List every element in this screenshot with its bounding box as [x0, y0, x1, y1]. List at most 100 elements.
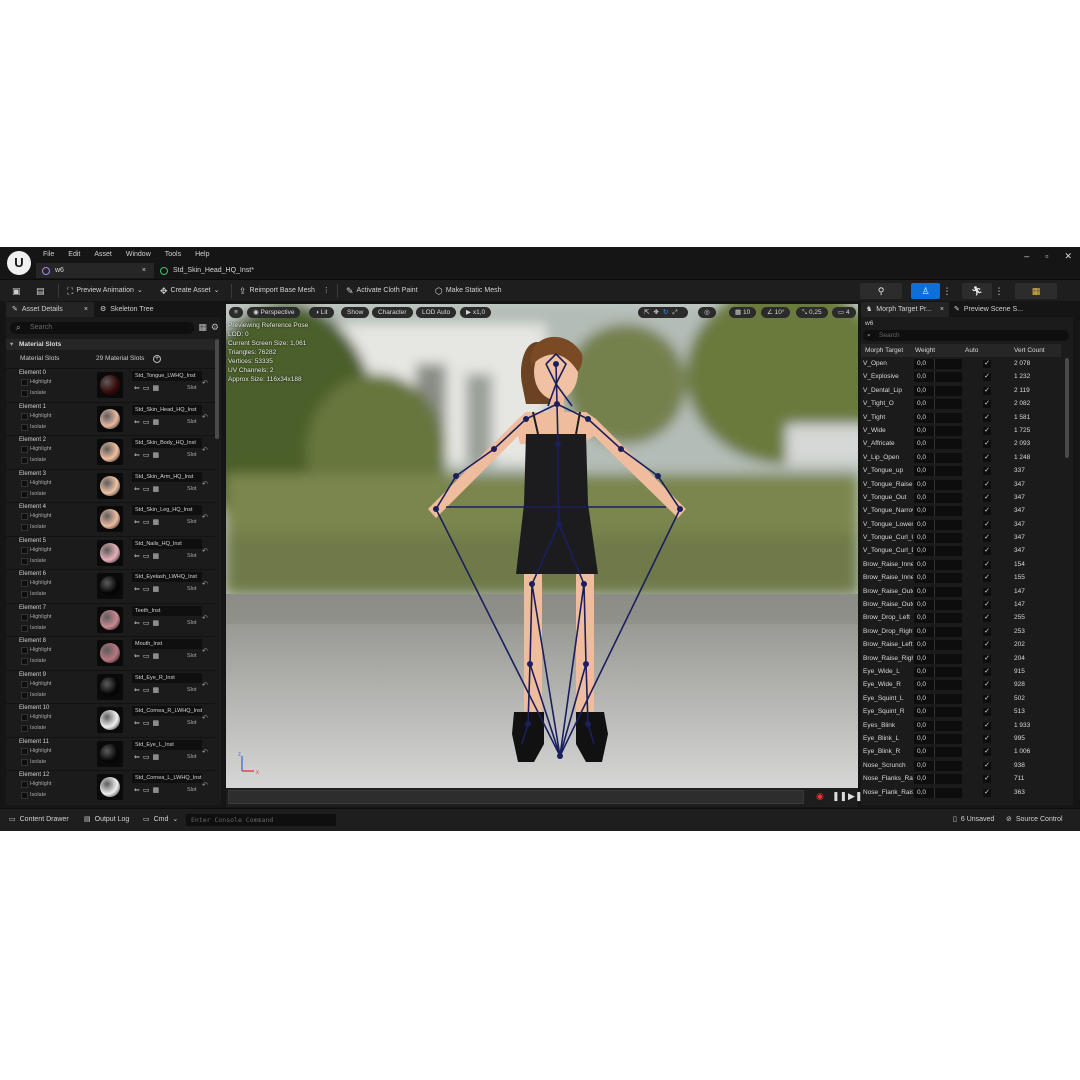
reset-arrow-icon[interactable]: ↶	[202, 413, 208, 421]
transform-tools[interactable]: ⇱✥↻⤢	[638, 307, 688, 318]
table-view-icon[interactable]: ▦	[198, 322, 207, 333]
morph-target-row[interactable]: Brow_Raise_Outer_L 0,0 ✓ 147	[861, 585, 1061, 598]
menu-edit[interactable]: Edit	[61, 249, 87, 261]
more-options-icon[interactable]: ⋮	[994, 283, 1004, 299]
reset-arrow-icon[interactable]: ↶	[202, 480, 208, 488]
blueprint-mode-button[interactable]: ▦	[1015, 283, 1057, 299]
weight-input[interactable]: 0,0	[914, 680, 962, 691]
auto-checkbox[interactable]: ✓	[983, 493, 991, 502]
auto-checkbox[interactable]: ✓	[983, 627, 991, 636]
material-thumbnail[interactable]	[97, 774, 123, 800]
morph-target-row[interactable]: Eye_Squint_R 0,0 ✓ 513	[861, 705, 1061, 718]
isolate-checkbox[interactable]	[21, 792, 28, 799]
highlight-checkbox[interactable]	[21, 647, 28, 654]
highlight-checkbox[interactable]	[21, 379, 28, 386]
isolate-checkbox[interactable]	[21, 557, 28, 565]
morph-target-row[interactable]: Nose_Flanks_Raise 0,0 ✓ 711	[861, 772, 1061, 785]
character-button[interactable]: Character	[372, 307, 413, 318]
checker-icon[interactable]: ▦	[153, 419, 163, 426]
auto-checkbox[interactable]: ✓	[983, 587, 991, 596]
maximize-icon[interactable]: ▫	[1045, 251, 1048, 262]
morph-target-row[interactable]: V_Lip_Open 0,0 ✓ 1 248	[861, 451, 1061, 464]
browse-folder-icon[interactable]: ▭	[143, 653, 153, 660]
morph-target-row[interactable]: Eyes_Blink 0,0 ✓ 1 933	[861, 719, 1061, 732]
material-asset-picker[interactable]: Std_Tongue_LWHQ_Inst	[132, 371, 202, 381]
auto-checkbox[interactable]: ✓	[983, 560, 991, 569]
weight-input[interactable]: 0,0	[914, 559, 962, 570]
use-selected-icon[interactable]: ⇐	[134, 586, 143, 593]
morph-target-row[interactable]: Nose_Flank_Raise_L 0,0 ✓ 363	[861, 786, 1061, 799]
isolate-checkbox[interactable]	[21, 691, 28, 699]
checker-icon[interactable]: ▦	[153, 687, 163, 694]
scale-icon[interactable]: ⤢	[672, 309, 681, 316]
close-icon[interactable]: ×	[142, 263, 146, 278]
minimize-icon[interactable]: –	[1024, 251, 1029, 262]
weight-input[interactable]: 0,0	[914, 613, 962, 624]
auto-checkbox[interactable]: ✓	[983, 748, 991, 757]
preview-animation-dropdown[interactable]: ⛶ Preview Animation ⌄	[67, 283, 143, 299]
reset-arrow-icon[interactable]: ↶	[202, 714, 208, 722]
checker-icon[interactable]: ▦	[153, 720, 163, 727]
tab-skeleton-tree[interactable]: ⚙︎ Skeleton Tree	[94, 302, 159, 317]
checker-icon[interactable]: ▦	[153, 653, 163, 660]
material-thumbnail[interactable]	[97, 372, 123, 398]
highlight-checkbox[interactable]	[21, 412, 28, 420]
material-asset-picker[interactable]: Std_Skin_Arm_HQ_Inst	[132, 471, 202, 482]
tab-preview-scene-settings[interactable]: ✎ Preview Scene S...	[949, 302, 1028, 317]
auto-checkbox[interactable]: ✓	[983, 413, 991, 422]
isolate-checkbox[interactable]	[21, 725, 28, 732]
checker-icon[interactable]: ▦	[153, 452, 163, 459]
record-icon[interactable]: ◉	[816, 791, 824, 802]
material-thumbnail[interactable]	[97, 439, 123, 465]
auto-checkbox[interactable]: ✓	[983, 467, 991, 476]
col-morph-target[interactable]: Morph Target	[865, 344, 903, 357]
highlight-checkbox[interactable]	[21, 446, 28, 453]
cmd-dropdown[interactable]: ▭ Cmd ⌄	[143, 815, 178, 824]
auto-checkbox[interactable]: ✓	[983, 761, 991, 770]
auto-checkbox[interactable]: ✓	[983, 440, 991, 449]
viewport[interactable]: z x ≡ ◉ Perspective ◑ Lit Show Character…	[226, 304, 858, 788]
highlight-checkbox[interactable]	[21, 513, 28, 520]
reset-arrow-icon[interactable]: ↶	[202, 446, 208, 454]
weight-input[interactable]: 0,0	[914, 533, 962, 544]
material-thumbnail[interactable]	[97, 539, 123, 566]
weight-input[interactable]: 0,0	[914, 774, 962, 785]
browse-folder-icon[interactable]: ▭	[143, 419, 153, 426]
weight-input[interactable]: 0,0	[914, 452, 962, 463]
auto-checkbox[interactable]: ✓	[983, 360, 991, 368]
auto-checkbox[interactable]: ✓	[983, 734, 991, 743]
use-selected-icon[interactable]: ⇐	[134, 419, 143, 426]
browse-folder-icon[interactable]: ▭	[143, 586, 153, 593]
weight-input[interactable]: 0,0	[914, 425, 962, 436]
skeletal-mesh-mode-button[interactable]: ♙	[911, 283, 940, 299]
auto-checkbox[interactable]: ✓	[983, 601, 991, 610]
pause-icon[interactable]: ❚❚	[832, 791, 847, 802]
isolate-checkbox[interactable]	[21, 591, 28, 598]
morph-target-row[interactable]: Brow_Raise_Inner_L 0,0 ✓ 154	[861, 558, 1061, 571]
morph-target-row[interactable]: Brow_Drop_Right 0,0 ✓ 253	[861, 625, 1061, 638]
viewport-menu-button[interactable]: ≡	[229, 307, 243, 318]
menu-asset[interactable]: Asset	[87, 249, 119, 261]
use-selected-icon[interactable]: ⇐	[134, 687, 143, 694]
checker-icon[interactable]: ▦	[153, 385, 163, 392]
browse-folder-icon[interactable]: ▭	[143, 452, 153, 459]
content-drawer-button[interactable]: ▭ Content Drawer	[9, 815, 69, 824]
use-selected-icon[interactable]: ⇐	[134, 787, 143, 794]
auto-checkbox[interactable]: ✓	[983, 386, 991, 395]
weight-input[interactable]: 0,0	[914, 546, 962, 557]
grid-snap-button[interactable]: ▦ 10	[729, 307, 757, 318]
weight-input[interactable]: 0,0	[914, 760, 962, 771]
lod-button[interactable]: LOD Auto	[416, 307, 457, 318]
reset-arrow-icon[interactable]: ↶	[202, 379, 208, 387]
browse-folder-icon[interactable]: ▭	[143, 553, 153, 560]
morph-target-row[interactable]: Eye_Wide_R 0,0 ✓ 928	[861, 678, 1061, 691]
auto-checkbox[interactable]: ✓	[983, 480, 991, 489]
auto-checkbox[interactable]: ✓	[983, 708, 991, 717]
checker-icon[interactable]: ▦	[153, 486, 163, 493]
reset-arrow-icon[interactable]: ↶	[202, 781, 208, 789]
highlight-checkbox[interactable]	[21, 747, 28, 755]
tab-morph-target-preview[interactable]: ♞ Morph Target Pr... ×	[861, 302, 949, 317]
show-button[interactable]: Show	[341, 307, 370, 318]
isolate-checkbox[interactable]	[21, 758, 28, 766]
isolate-checkbox[interactable]	[21, 457, 28, 464]
